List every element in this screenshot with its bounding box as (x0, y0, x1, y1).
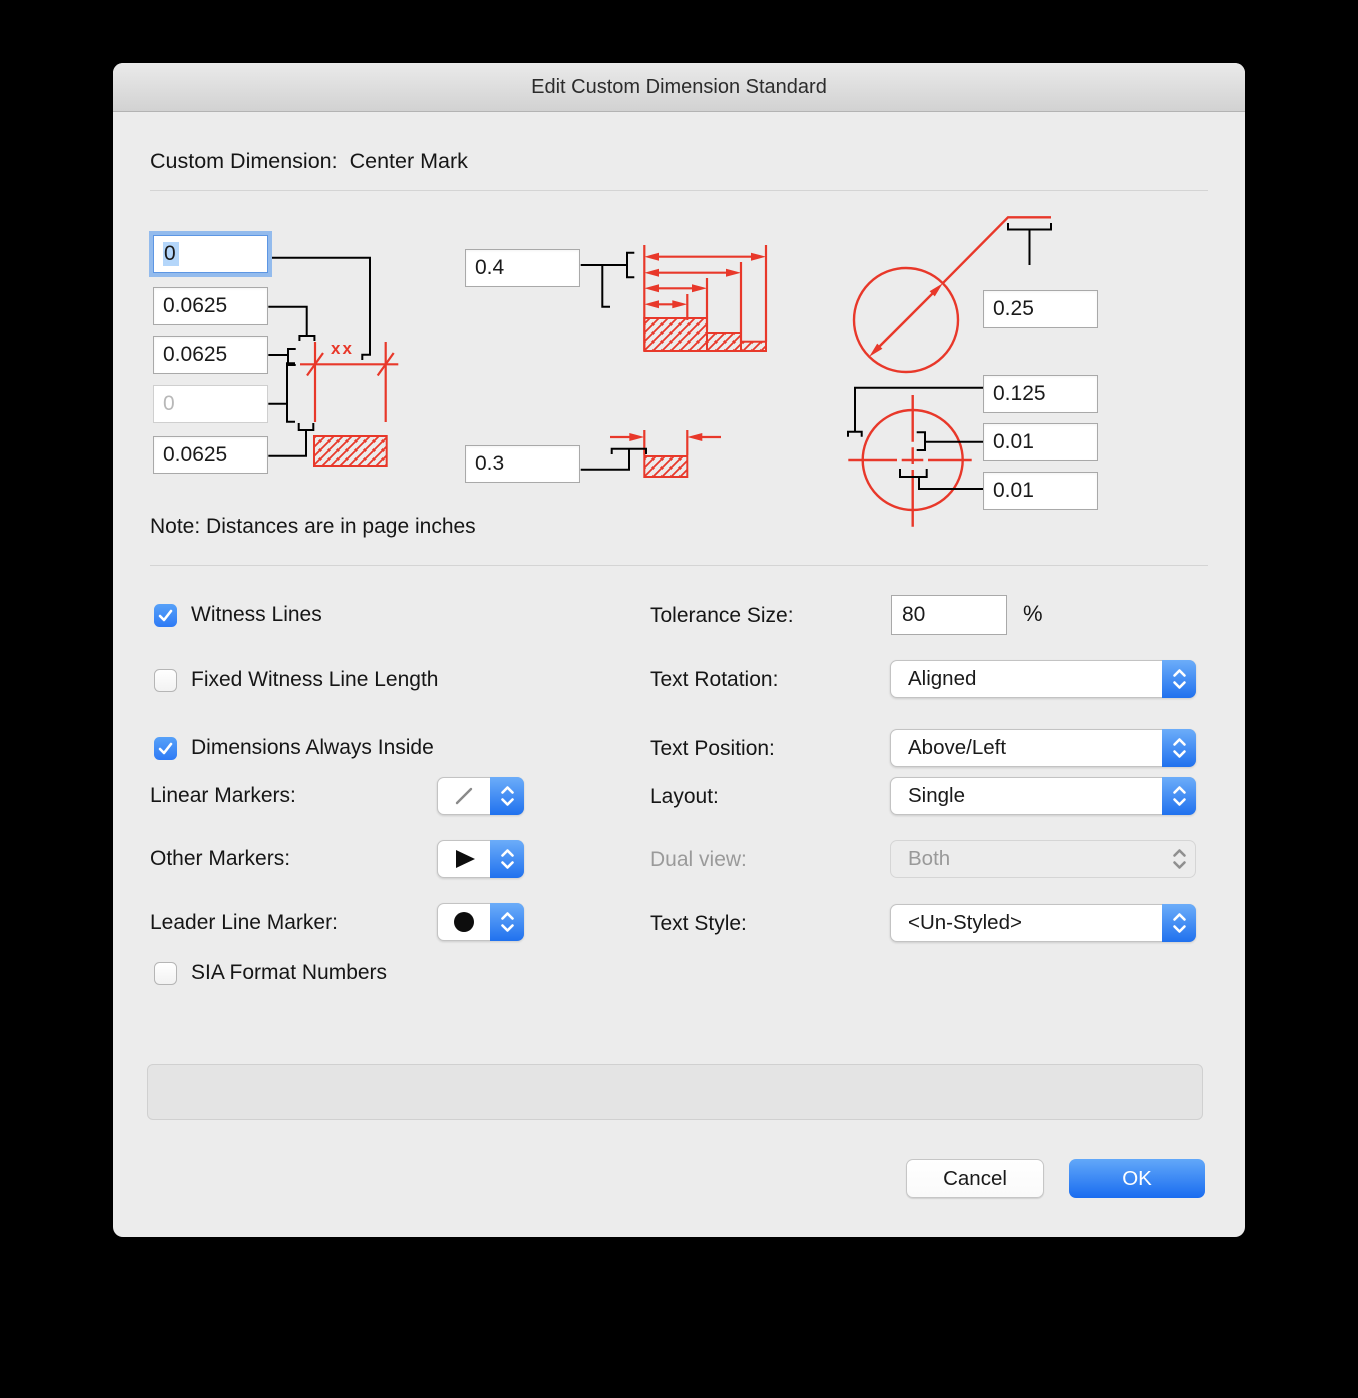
dual-view-stepper (1162, 840, 1196, 878)
left-diagram-hatch (313, 435, 388, 467)
tolerance-size-label: Tolerance Size: (650, 604, 794, 627)
text-style-popup[interactable]: <Un-Styled> (890, 904, 1196, 942)
tolerance-size-input[interactable]: 80 (891, 595, 1007, 635)
status-well (147, 1064, 1203, 1120)
witness-lines-checkbox[interactable] (154, 603, 177, 627)
dim-field-left-3[interactable]: 0.0625 (153, 336, 268, 374)
fixed-witness-label: Fixed Witness Line Length (191, 668, 439, 691)
text-rotation-stepper[interactable] (1162, 660, 1196, 698)
dim-field-left-2[interactable]: 0.0625 (153, 286, 268, 325)
text-position-label: Text Position: (650, 737, 775, 760)
dimension-preview-diagram: xx (268, 216, 1052, 527)
text-rotation-label: Text Rotation: (650, 668, 779, 691)
sia-format-label: SIA Format Numbers (191, 961, 388, 984)
always-inside-row: Dimensions Always Inside (154, 736, 434, 760)
sia-format-row: SIA Format Numbers (154, 961, 387, 985)
text-style-stepper[interactable] (1162, 904, 1196, 942)
dim-field-left-1-value: 0 (163, 242, 179, 266)
layout-value: Single (908, 784, 965, 807)
linear-markers-stepper[interactable] (490, 777, 524, 815)
dim-field-middle-1[interactable]: 0.4 (465, 249, 580, 288)
always-inside-label: Dimensions Always Inside (191, 736, 434, 759)
sample-dimension-text: xx (331, 339, 354, 358)
right-top-callouts (1007, 223, 1052, 265)
dim-field-middle-2[interactable]: 0.3 (465, 445, 580, 484)
text-style-value: <Un-Styled> (908, 911, 1022, 934)
ok-button[interactable]: OK (1069, 1159, 1205, 1198)
middle-bottom-hatch (643, 455, 689, 478)
text-style-label: Text Style: (650, 912, 747, 935)
text-rotation-value: Aligned (908, 667, 977, 690)
text-rotation-popup[interactable]: Aligned (890, 660, 1196, 698)
dim-field-right-1[interactable]: 0.25 (983, 290, 1098, 328)
middle-bottom-arrowheads (629, 433, 703, 441)
middle-bottom-red (610, 430, 721, 455)
other-markers-stepper[interactable] (490, 840, 524, 878)
middle-bottom-callouts (580, 447, 647, 471)
right-bottom-red (848, 395, 972, 527)
middle-top-arrowheads (644, 252, 766, 309)
filled-triangle-marker-icon (438, 846, 490, 872)
leader-line-marker-stepper[interactable] (490, 903, 524, 941)
text-position-popup[interactable]: Above/Left (890, 729, 1196, 767)
tolerance-percent-sign: % (1023, 601, 1043, 626)
leader-line-marker-popup[interactable] (437, 903, 524, 941)
dim-field-right-3[interactable]: 0.01 (983, 423, 1098, 461)
leader-line-marker-label: Leader Line Marker: (150, 911, 338, 934)
slash-marker-icon (438, 783, 490, 809)
dual-view-popup: Both (890, 840, 1196, 878)
dim-field-right-2[interactable]: 0.125 (983, 375, 1098, 413)
middle-top-hatch (643, 317, 767, 353)
always-inside-checkbox[interactable] (154, 736, 177, 760)
middle-top-callouts (580, 251, 635, 308)
dim-field-right-4[interactable]: 0.01 (983, 471, 1098, 510)
layout-label: Layout: (650, 785, 719, 808)
other-markers-label: Other Markers: (150, 847, 291, 870)
linear-markers-popup[interactable] (437, 777, 524, 815)
witness-lines-label: Witness Lines (191, 603, 322, 626)
dim-field-left-1[interactable]: 0 (153, 235, 268, 273)
linear-markers-label: Linear Markers: (150, 784, 296, 807)
sia-format-checkbox[interactable] (154, 961, 177, 985)
layout-stepper[interactable] (1162, 777, 1196, 815)
dual-view-label: Dual view: (650, 848, 747, 871)
text-position-stepper[interactable] (1162, 729, 1196, 767)
section-divider (150, 565, 1208, 566)
fixed-witness-checkbox[interactable] (154, 668, 177, 692)
filled-circle-marker-icon (438, 909, 490, 935)
witness-lines-row: Witness Lines (154, 603, 322, 627)
fixed-witness-row: Fixed Witness Line Length (154, 668, 438, 692)
distances-note: Note: Distances are in page inches (150, 515, 476, 538)
text-position-value: Above/Left (908, 736, 1007, 759)
other-markers-popup[interactable] (437, 840, 524, 878)
dim-field-left-4: 0 (153, 385, 268, 423)
cancel-button[interactable]: Cancel (906, 1159, 1044, 1198)
edit-custom-dimension-dialog: Edit Custom Dimension Standard Custom Di… (113, 63, 1245, 1237)
layout-popup[interactable]: Single (890, 777, 1196, 815)
dual-view-value: Both (908, 847, 951, 870)
dim-field-left-5[interactable]: 0.0625 (153, 436, 268, 474)
